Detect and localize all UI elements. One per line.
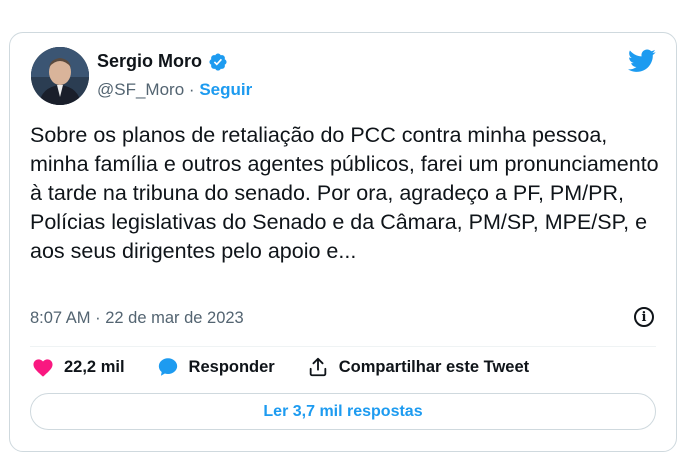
- heart-icon: [33, 359, 53, 377]
- share-label: Compartilhar este Tweet: [338, 357, 530, 376]
- share-arrow-icon: [309, 357, 326, 377]
- like-count: 22,2 mil: [64, 357, 125, 376]
- verified-badge-icon: [209, 52, 227, 71]
- reply-button[interactable]: Responder: [157, 356, 275, 378]
- follow-button[interactable]: Seguir: [199, 80, 252, 99]
- separator: ·: [188, 80, 195, 99]
- author-name[interactable]: Sergio Moro: [97, 51, 202, 72]
- author-name-row[interactable]: Sergio Moro: [97, 51, 228, 72]
- share-button[interactable]: Compartilhar este Tweet: [307, 356, 529, 378]
- read-replies-button[interactable]: Ler 3,7 mil respostas: [30, 393, 656, 430]
- tweet-card: Sergio Moro @SF_Moro · Seguir Sobre os p…: [9, 32, 677, 452]
- handle-row: @SF_Moro · Seguir: [97, 80, 252, 100]
- avatar[interactable]: [31, 47, 89, 105]
- speech-bubble-icon: [158, 358, 177, 376]
- tweet-timestamp[interactable]: 8:07 AM · 22 de mar de 2023: [30, 309, 244, 328]
- author-handle[interactable]: @SF_Moro: [97, 80, 184, 99]
- divider: [30, 346, 656, 347]
- like-button[interactable]: 22,2 mil: [32, 357, 125, 377]
- info-icon[interactable]: i: [634, 307, 654, 327]
- reply-label: Responder: [188, 357, 275, 376]
- twitter-bird-icon[interactable]: [628, 49, 656, 73]
- action-bar: 22,2 mil Responder Compartilhar este Twe…: [32, 356, 561, 378]
- tweet-text: Sobre os planos de retaliação do PCC con…: [30, 123, 659, 263]
